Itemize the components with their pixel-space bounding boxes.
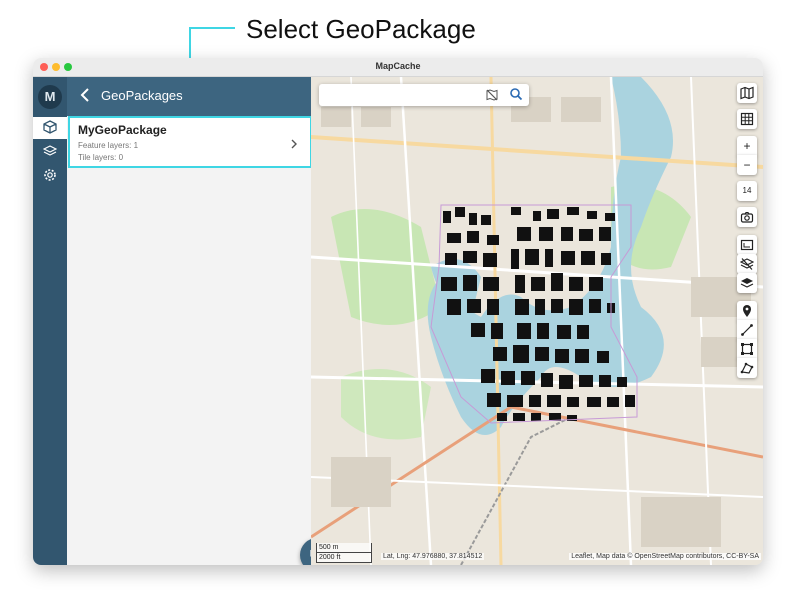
map-tiles	[311, 77, 763, 565]
layers-nav-icon[interactable]	[33, 141, 67, 163]
draw-polygon-icon[interactable]	[737, 358, 757, 378]
nav-rail: M	[33, 77, 67, 565]
map-view[interactable]: + − 14 500 m 2000 ft Lat, Lng: 47.976880…	[311, 77, 763, 565]
search-icon[interactable]	[509, 87, 523, 106]
screenshot-button[interactable]	[737, 207, 757, 227]
zoom-out-button[interactable]: −	[737, 155, 757, 175]
settings-nav-icon[interactable]	[33, 165, 67, 187]
window-title: MapCache	[375, 61, 421, 71]
fit-extent-button[interactable]	[737, 235, 757, 255]
basemap-toggle-button[interactable]	[737, 83, 757, 103]
chevron-right-icon	[290, 136, 298, 154]
tile-layers-count: Tile layers: 0	[78, 153, 124, 162]
back-arrow-icon[interactable]	[79, 87, 91, 108]
draw-point-icon[interactable]	[737, 301, 757, 321]
map-off-icon[interactable]	[485, 88, 499, 107]
panel-header: GeoPackages	[67, 77, 311, 116]
callout-label: Select GeoPackage	[246, 14, 476, 44]
app-logo: M	[38, 85, 62, 109]
geopackages-panel: GeoPackages MyGeoPackage Feature layers:…	[67, 77, 334, 565]
map-attribution[interactable]: Leaflet, Map data © OpenStreetMap contri…	[569, 553, 761, 560]
draw-rectangle-icon[interactable]	[737, 339, 757, 359]
scale-bar-metric: 500 m	[316, 543, 372, 553]
feature-layers-count: Feature layers: 1	[78, 141, 139, 150]
draw-line-icon[interactable]	[737, 320, 757, 340]
layers-icon[interactable]	[737, 273, 757, 293]
map-search-bar	[319, 84, 529, 106]
app-window: MapCache M GeoPackages MyGeoPackage Feat…	[33, 58, 763, 565]
zoom-level-indicator: 14	[737, 181, 757, 201]
panel-title: GeoPackages	[101, 88, 183, 103]
hide-layers-icon[interactable]	[737, 254, 757, 274]
scale-bar-imperial: 2000 ft	[316, 553, 372, 563]
latlng-readout: Lat, Lng: 47.976880, 37.814512	[381, 553, 485, 560]
geopackage-nav-icon[interactable]	[33, 117, 67, 139]
geopackage-card[interactable]: MyGeoPackage Feature layers: 1 Tile laye…	[68, 116, 312, 168]
callout-line	[189, 27, 235, 29]
title-bar: MapCache	[33, 58, 763, 77]
grid-overlay-button[interactable]	[737, 109, 757, 129]
zoom-in-button[interactable]: +	[737, 136, 757, 156]
search-input[interactable]	[325, 87, 479, 105]
geopackage-name: MyGeoPackage	[78, 123, 167, 137]
